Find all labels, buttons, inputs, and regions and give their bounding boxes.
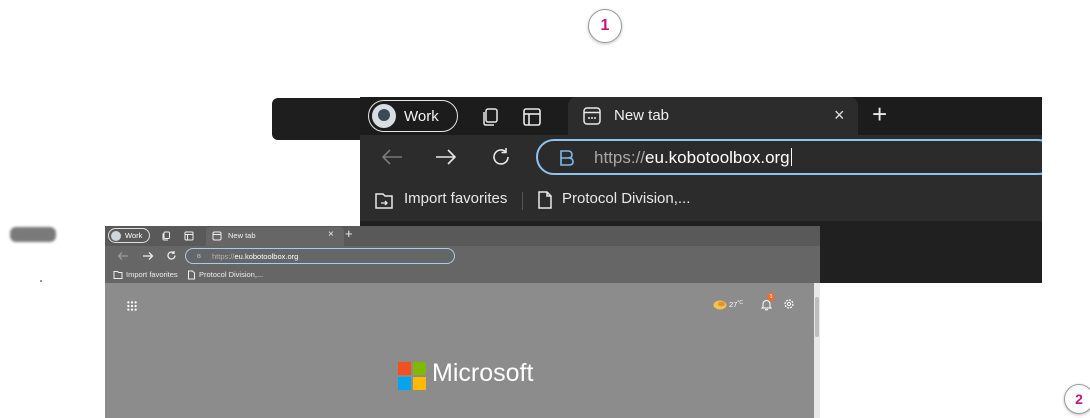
page-icon bbox=[538, 191, 552, 209]
small-tab-bar: Work New tab × + bbox=[105, 226, 820, 246]
workspaces-icon[interactable] bbox=[480, 107, 500, 127]
small-address-bar[interactable]: ɞ https://eu.kobotoolbox.org bbox=[185, 248, 455, 264]
profile-label: Work bbox=[404, 107, 439, 125]
profile-button[interactable]: Work bbox=[368, 100, 458, 132]
small-page-content: 27°C 1 Microsoft bbox=[105, 283, 820, 418]
favorites-bar: Import favorites Protocol Division,... bbox=[360, 181, 1042, 222]
notification-badge: 1 bbox=[767, 293, 775, 301]
tab-title: New tab bbox=[614, 107, 670, 124]
microsoft-wordmark: Microsoft bbox=[432, 359, 534, 387]
small-avatar bbox=[111, 230, 121, 241]
refresh-icon[interactable] bbox=[490, 146, 512, 168]
tab-actions-icon[interactable] bbox=[522, 107, 542, 127]
microsoft-logo bbox=[398, 362, 426, 390]
forward-arrow-icon[interactable] bbox=[434, 147, 458, 167]
small-close-tab-icon[interactable]: × bbox=[328, 229, 334, 240]
tab-new-tab[interactable]: New tab × bbox=[568, 97, 858, 135]
small-favorite-protocol-division[interactable]: Protocol Division,... bbox=[199, 270, 263, 279]
gear-icon[interactable] bbox=[783, 298, 795, 310]
back-arrow-icon[interactable] bbox=[380, 147, 404, 167]
weather-icon[interactable] bbox=[713, 299, 727, 310]
small-refresh-icon[interactable] bbox=[166, 250, 177, 261]
small-profile-button[interactable]: Work bbox=[108, 228, 150, 243]
scrollbar-thumb[interactable] bbox=[815, 297, 819, 337]
address-bar[interactable]: https://eu.kobotoolbox.org bbox=[536, 139, 1042, 175]
small-tab-actions-icon[interactable] bbox=[184, 231, 194, 241]
small-address-toolbar: ɞ https://eu.kobotoolbox.org bbox=[105, 246, 820, 266]
dot-mark bbox=[40, 280, 42, 282]
small-forward-arrow-icon[interactable] bbox=[142, 251, 154, 261]
address-toolbar: https://eu.kobotoolbox.org bbox=[360, 135, 1042, 181]
redacted-blob bbox=[10, 227, 56, 242]
small-tab-title: New tab bbox=[228, 231, 256, 240]
step-badge-1: 1 bbox=[588, 9, 622, 43]
small-favorite-import-favorites[interactable]: Import favorites bbox=[126, 270, 178, 279]
small-apps-grid-icon[interactable] bbox=[127, 301, 137, 311]
new-tab-button[interactable]: + bbox=[872, 99, 887, 130]
tab-bar: Work New tab × + bbox=[360, 97, 1042, 135]
small-profile-label: Work bbox=[125, 231, 143, 240]
small-import-favorites-icon bbox=[113, 271, 123, 279]
site-info-icon[interactable] bbox=[558, 149, 574, 167]
small-new-tab-button[interactable]: + bbox=[345, 226, 353, 241]
favorites-divider bbox=[522, 192, 523, 210]
close-tab-icon[interactable]: × bbox=[834, 105, 845, 126]
new-tab-page-icon bbox=[583, 107, 601, 125]
avatar bbox=[372, 104, 396, 128]
small-tab-new-tab[interactable]: New tab × bbox=[206, 227, 344, 246]
favorite-import-favorites[interactable]: Import favorites bbox=[404, 190, 507, 207]
small-page-icon bbox=[188, 270, 195, 280]
small-browser: Work New tab × + ɞ https://eu.kobotoolbo… bbox=[105, 226, 820, 418]
small-favorites-bar: Import favorites Protocol Division,... bbox=[105, 266, 820, 284]
url-text: https://eu.kobotoolbox.org bbox=[594, 148, 793, 168]
small-back-arrow-icon[interactable] bbox=[117, 251, 129, 261]
import-favorites-icon bbox=[375, 193, 393, 209]
small-new-tab-page-icon bbox=[212, 231, 222, 241]
favorite-protocol-division[interactable]: Protocol Division,... bbox=[562, 190, 690, 207]
small-workspaces-icon[interactable] bbox=[161, 231, 171, 241]
weather-temperature[interactable]: 27°C bbox=[729, 300, 743, 309]
small-url-text: https://eu.kobotoolbox.org bbox=[212, 252, 299, 261]
small-site-info-icon[interactable]: ɞ bbox=[197, 251, 201, 260]
step-badge-2: 2 bbox=[1064, 384, 1090, 414]
